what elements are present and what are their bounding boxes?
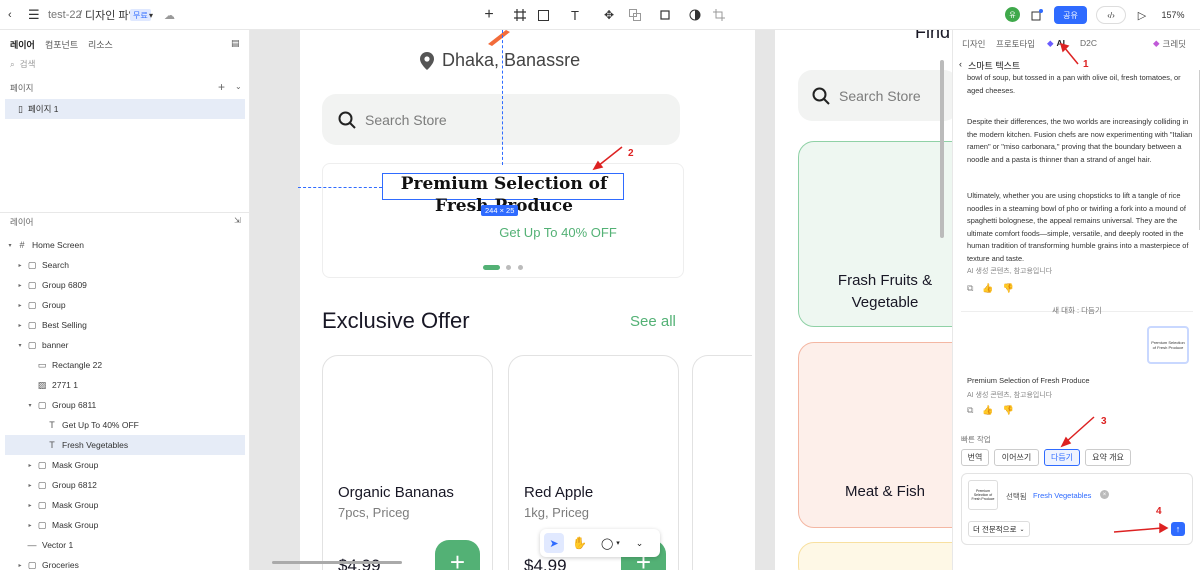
annotation-label-1: 1 <box>1083 59 1089 70</box>
annotation-arrow-1 <box>1063 46 1079 65</box>
annotation-overlay <box>592 42 1169 534</box>
annotation-label-3: 3 <box>1101 416 1107 427</box>
annotation-arrow-2 <box>597 146 623 167</box>
annotation-arrowhead <box>1159 522 1169 534</box>
annotation-arrow-4 <box>1113 527 1163 533</box>
annotation-label-2: 2 <box>628 148 634 159</box>
annotation-arrow-3 <box>1065 416 1095 443</box>
annotation-label-4: 4 <box>1156 506 1162 517</box>
